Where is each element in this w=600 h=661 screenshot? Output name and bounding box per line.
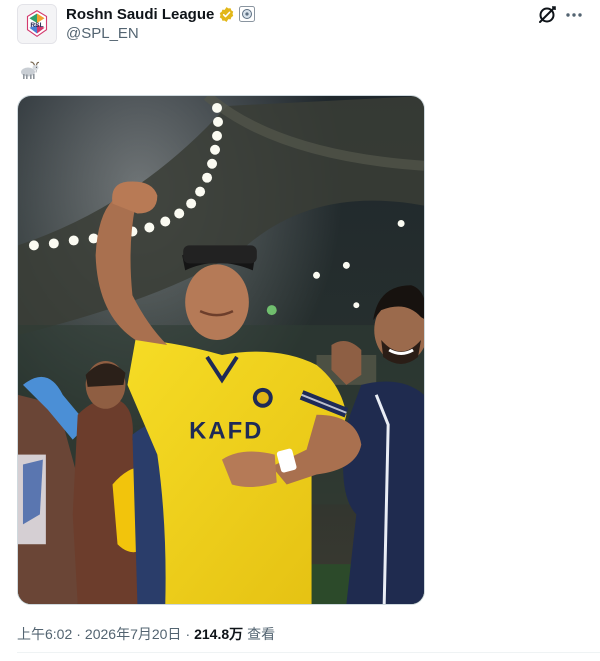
grok-icon[interactable]: [536, 4, 558, 26]
verified-badge-icon[interactable]: [218, 6, 235, 23]
more-options-icon[interactable]: [563, 4, 585, 26]
goat-emoji-icon: [17, 58, 43, 84]
tweet: RSL Roshn Saudi League @SPL_EN KAFD 上午6:…: [0, 0, 600, 661]
divider: [17, 652, 600, 653]
meta-separator: ·: [185, 626, 191, 642]
views-count[interactable]: 214.8万: [194, 624, 243, 644]
post-date[interactable]: 2026年7月20日: [85, 624, 182, 644]
avatar[interactable]: RSL: [17, 4, 57, 44]
author-handle[interactable]: @SPL_EN: [66, 25, 139, 42]
affiliate-badge-icon[interactable]: [239, 6, 256, 22]
post-meta: 上午6:02 · 2026年7月20日 · 214.8万 查看: [17, 624, 275, 644]
post-image[interactable]: KAFD: [17, 95, 425, 605]
svg-text:RSL: RSL: [30, 22, 43, 29]
views-label: 查看: [247, 626, 276, 642]
meta-separator: ·: [76, 626, 81, 642]
post-time[interactable]: 上午6:02: [17, 624, 72, 644]
rsl-logo-icon: RSL: [18, 5, 56, 43]
display-name[interactable]: Roshn Saudi League: [66, 6, 214, 23]
author-name-row[interactable]: Roshn Saudi League: [66, 4, 256, 24]
svg-text:KAFD: KAFD: [189, 418, 263, 445]
